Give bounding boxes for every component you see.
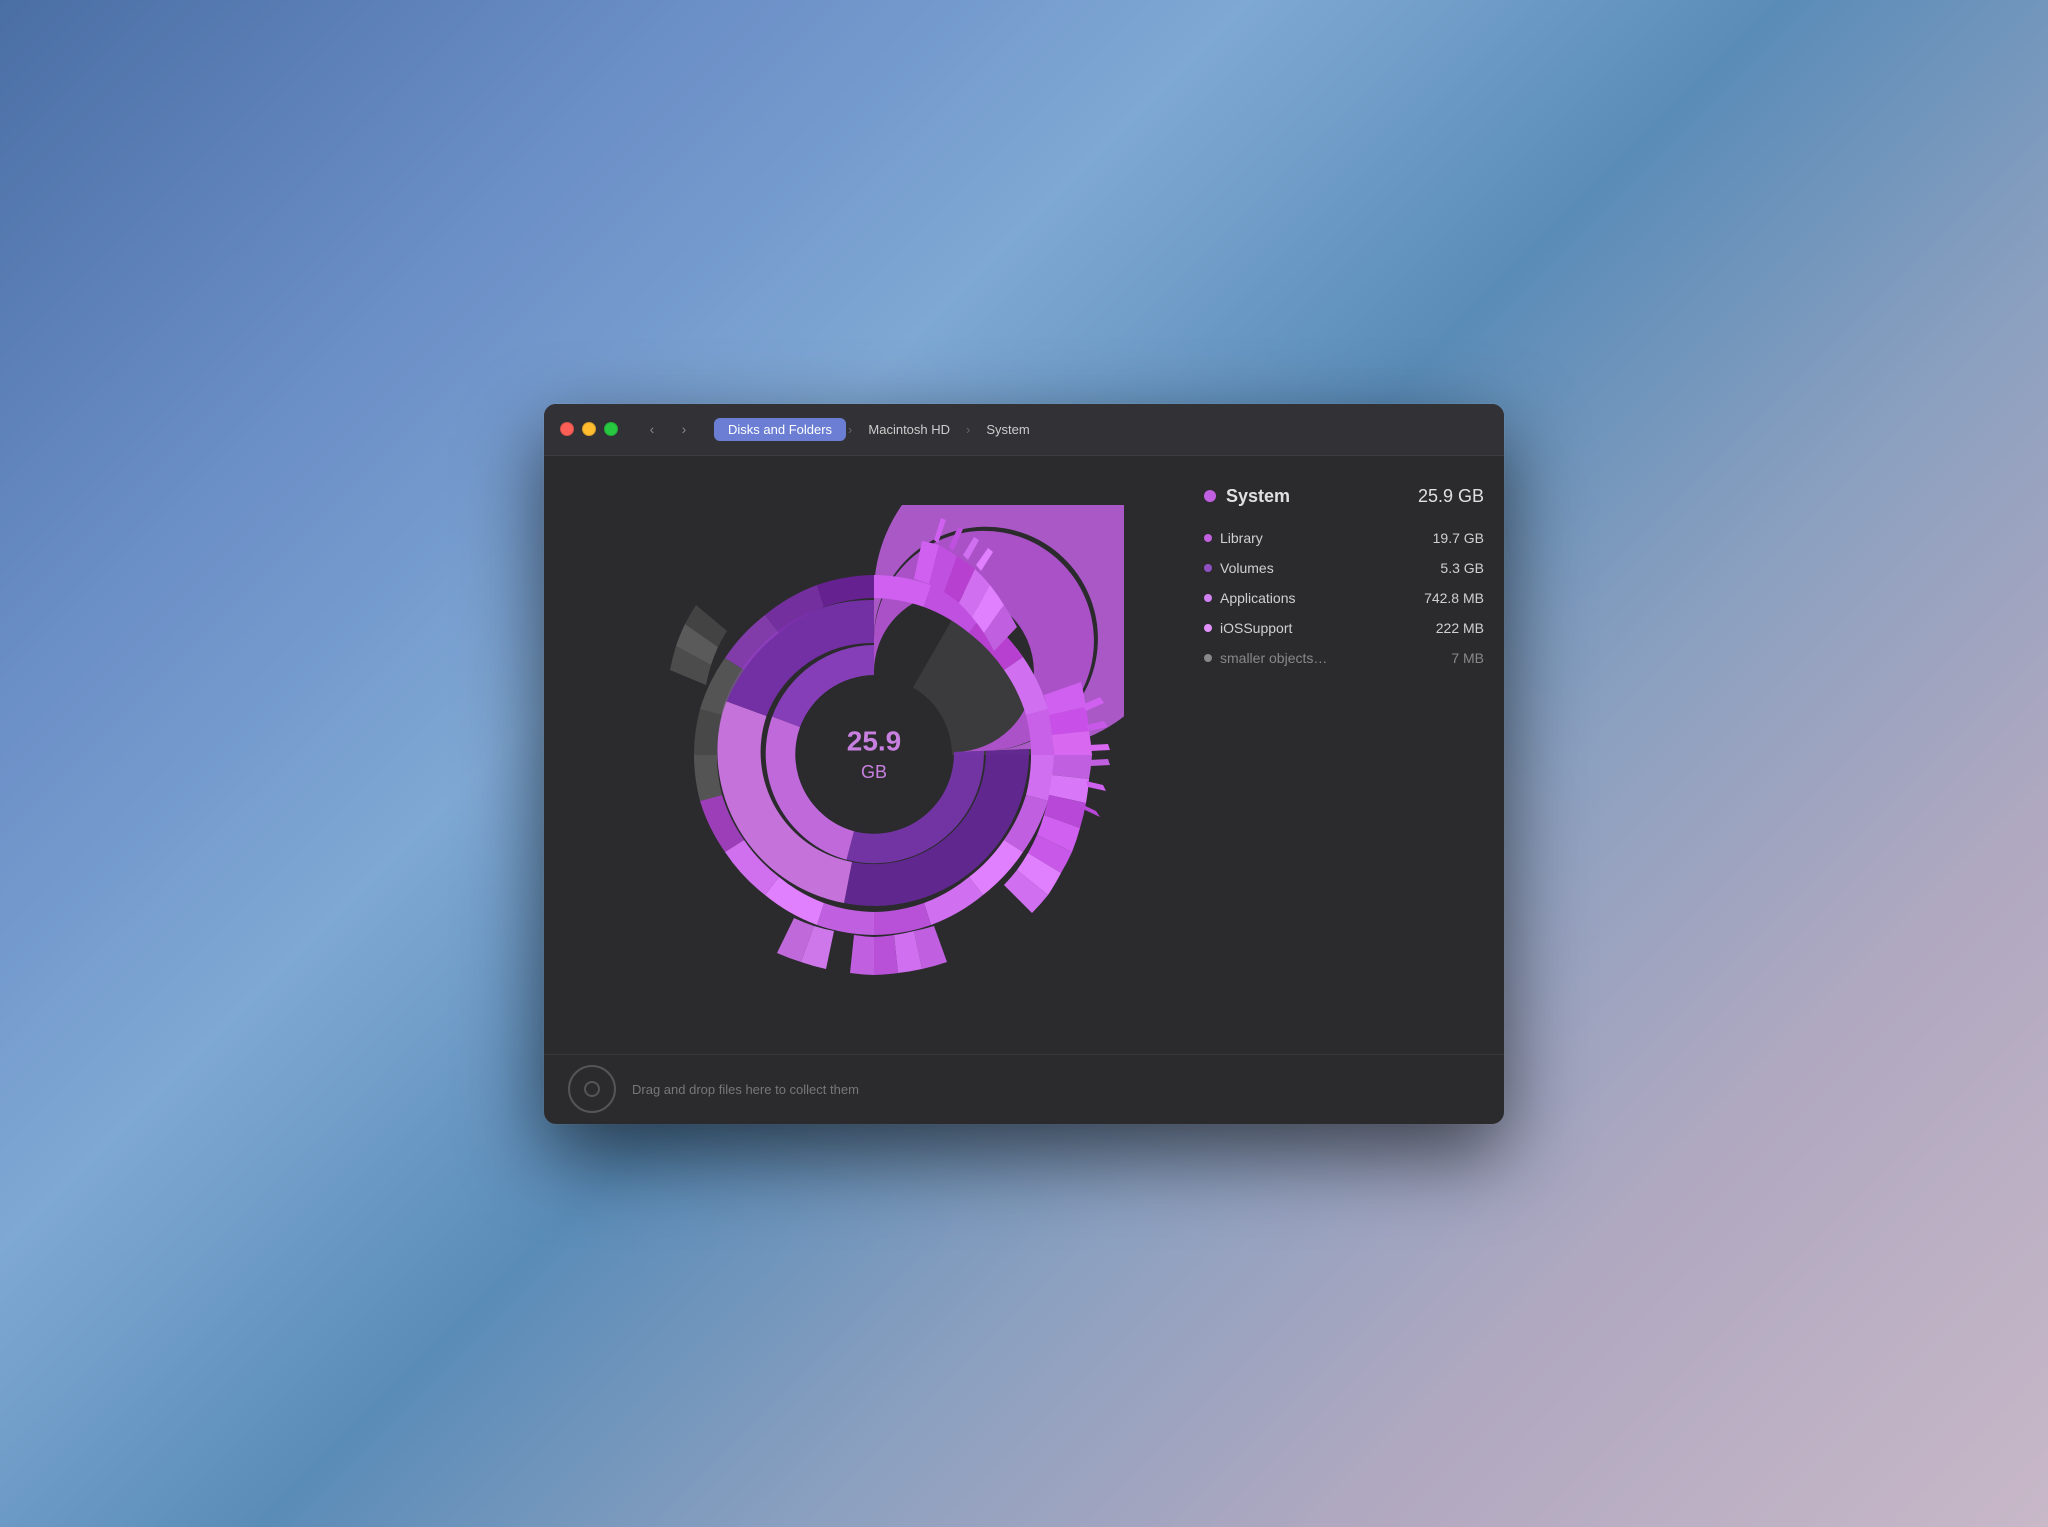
drop-icon-inner bbox=[584, 1081, 600, 1097]
list-item[interactable]: Volumes 5.3 GB bbox=[1204, 553, 1484, 583]
breadcrumb-sep-1: › bbox=[848, 422, 852, 437]
app-window: ‹ › Disks and Folders › Macintosh HD › S… bbox=[544, 404, 1504, 1124]
breadcrumb-disks-and-folders[interactable]: Disks and Folders bbox=[714, 418, 846, 441]
list-item[interactable]: Applications 742.8 MB bbox=[1204, 583, 1484, 613]
legend-row-left-applications: Applications bbox=[1204, 590, 1296, 606]
breadcrumb-sep-2: › bbox=[966, 422, 970, 437]
legend-name-iossupport: iOSSupport bbox=[1220, 620, 1292, 636]
legend-dot-library bbox=[1204, 534, 1212, 542]
legend-dot-applications bbox=[1204, 594, 1212, 602]
breadcrumb-system[interactable]: System bbox=[972, 418, 1043, 441]
titlebar: ‹ › Disks and Folders › Macintosh HD › S… bbox=[544, 404, 1504, 456]
chart-center-value: 25.9 bbox=[847, 725, 902, 756]
maximize-button[interactable] bbox=[604, 422, 618, 436]
legend-name-library: Library bbox=[1220, 530, 1263, 546]
legend-title: System 25.9 GB bbox=[1204, 486, 1484, 507]
legend-row-left-smaller: smaller objects… bbox=[1204, 650, 1327, 666]
legend-name-volumes: Volumes bbox=[1220, 560, 1274, 576]
legend-dot-volumes bbox=[1204, 564, 1212, 572]
legend-size-applications: 742.8 MB bbox=[1424, 590, 1484, 606]
legend-size-smaller: 7 MB bbox=[1451, 650, 1484, 666]
minimize-button[interactable] bbox=[582, 422, 596, 436]
list-item[interactable]: smaller objects… 7 MB bbox=[1204, 643, 1484, 673]
legend-title-left: System bbox=[1204, 486, 1290, 507]
legend-dot-iossupport bbox=[1204, 624, 1212, 632]
footer-label: Drag and drop files here to collect them bbox=[632, 1082, 859, 1097]
legend-title-size: 25.9 GB bbox=[1418, 486, 1484, 507]
drop-target-icon[interactable] bbox=[568, 1065, 616, 1113]
chart-area: 25.9 GB bbox=[564, 476, 1184, 1034]
legend-name-applications: Applications bbox=[1220, 590, 1296, 606]
close-button[interactable] bbox=[560, 422, 574, 436]
nav-buttons: ‹ › bbox=[638, 418, 698, 440]
legend-name-smaller: smaller objects… bbox=[1220, 650, 1327, 666]
main-content: 25.9 GB System 25.9 GB Library 19.7 GB bbox=[544, 456, 1504, 1054]
legend-dot-smaller bbox=[1204, 654, 1212, 662]
legend-size-volumes: 5.3 GB bbox=[1440, 560, 1484, 576]
list-item[interactable]: Library 19.7 GB bbox=[1204, 523, 1484, 553]
legend-size-iossupport: 222 MB bbox=[1436, 620, 1484, 636]
chart-center-unit: GB bbox=[861, 761, 887, 781]
list-item[interactable]: iOSSupport 222 MB bbox=[1204, 613, 1484, 643]
legend-row-left-volumes: Volumes bbox=[1204, 560, 1274, 576]
legend-area: System 25.9 GB Library 19.7 GB Volumes 5… bbox=[1204, 476, 1484, 1034]
footer: Drag and drop files here to collect them bbox=[544, 1054, 1504, 1124]
legend-size-library: 19.7 GB bbox=[1433, 530, 1484, 546]
breadcrumb: Disks and Folders › Macintosh HD › Syste… bbox=[714, 418, 1044, 441]
breadcrumb-macintosh-hd[interactable]: Macintosh HD bbox=[854, 418, 964, 441]
sunburst-chart[interactable]: 25.9 GB bbox=[624, 505, 1124, 1005]
legend-row-left-library: Library bbox=[1204, 530, 1263, 546]
traffic-lights bbox=[560, 422, 618, 436]
legend-title-name: System bbox=[1226, 486, 1290, 507]
back-button[interactable]: ‹ bbox=[638, 418, 666, 440]
legend-title-dot bbox=[1204, 490, 1216, 502]
legend-row-left-iossupport: iOSSupport bbox=[1204, 620, 1292, 636]
forward-button[interactable]: › bbox=[670, 418, 698, 440]
